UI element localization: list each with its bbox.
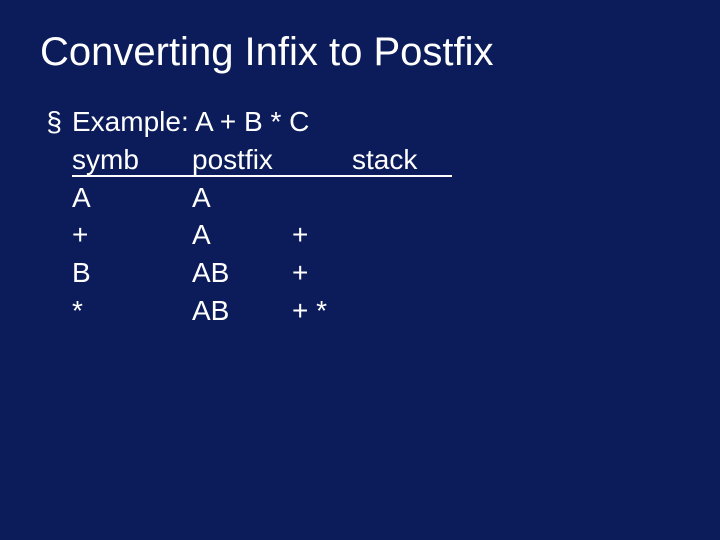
cell-stack: + *	[292, 292, 452, 330]
cell-postfix: A	[192, 179, 292, 217]
cell-postfix: AB	[192, 254, 292, 292]
table-row: B AB +	[72, 254, 680, 292]
cell-postfix: A	[192, 216, 292, 254]
slide-title: Converting Infix to Postfix	[40, 30, 680, 75]
header-postfix: postfix	[192, 141, 352, 179]
cell-stack: +	[292, 254, 452, 292]
cell-symb: A	[72, 179, 192, 217]
header-symb: symb	[72, 141, 192, 179]
cell-symb: +	[72, 216, 192, 254]
header-stack: stack	[352, 141, 512, 179]
table-row: A A	[72, 179, 680, 217]
cell-stack	[292, 179, 452, 217]
cell-postfix: AB	[192, 292, 292, 330]
table-row: + A +	[72, 216, 680, 254]
cell-stack: +	[292, 216, 452, 254]
slide: Converting Infix to Postfix § Example: A…	[0, 0, 720, 540]
slide-body: § Example: A + B * C symb postfix stack …	[40, 103, 680, 330]
cell-symb: B	[72, 254, 192, 292]
table-row: * AB + *	[72, 292, 680, 330]
example-text: Example: A + B * C	[72, 103, 309, 141]
header-underline	[72, 175, 452, 177]
cell-symb: *	[72, 292, 192, 330]
table-header-row: symb postfix stack	[72, 141, 680, 179]
example-line: § Example: A + B * C	[40, 103, 680, 141]
table: symb postfix stack A A + A + B AB +	[72, 141, 680, 330]
bullet-icon: §	[40, 103, 72, 141]
